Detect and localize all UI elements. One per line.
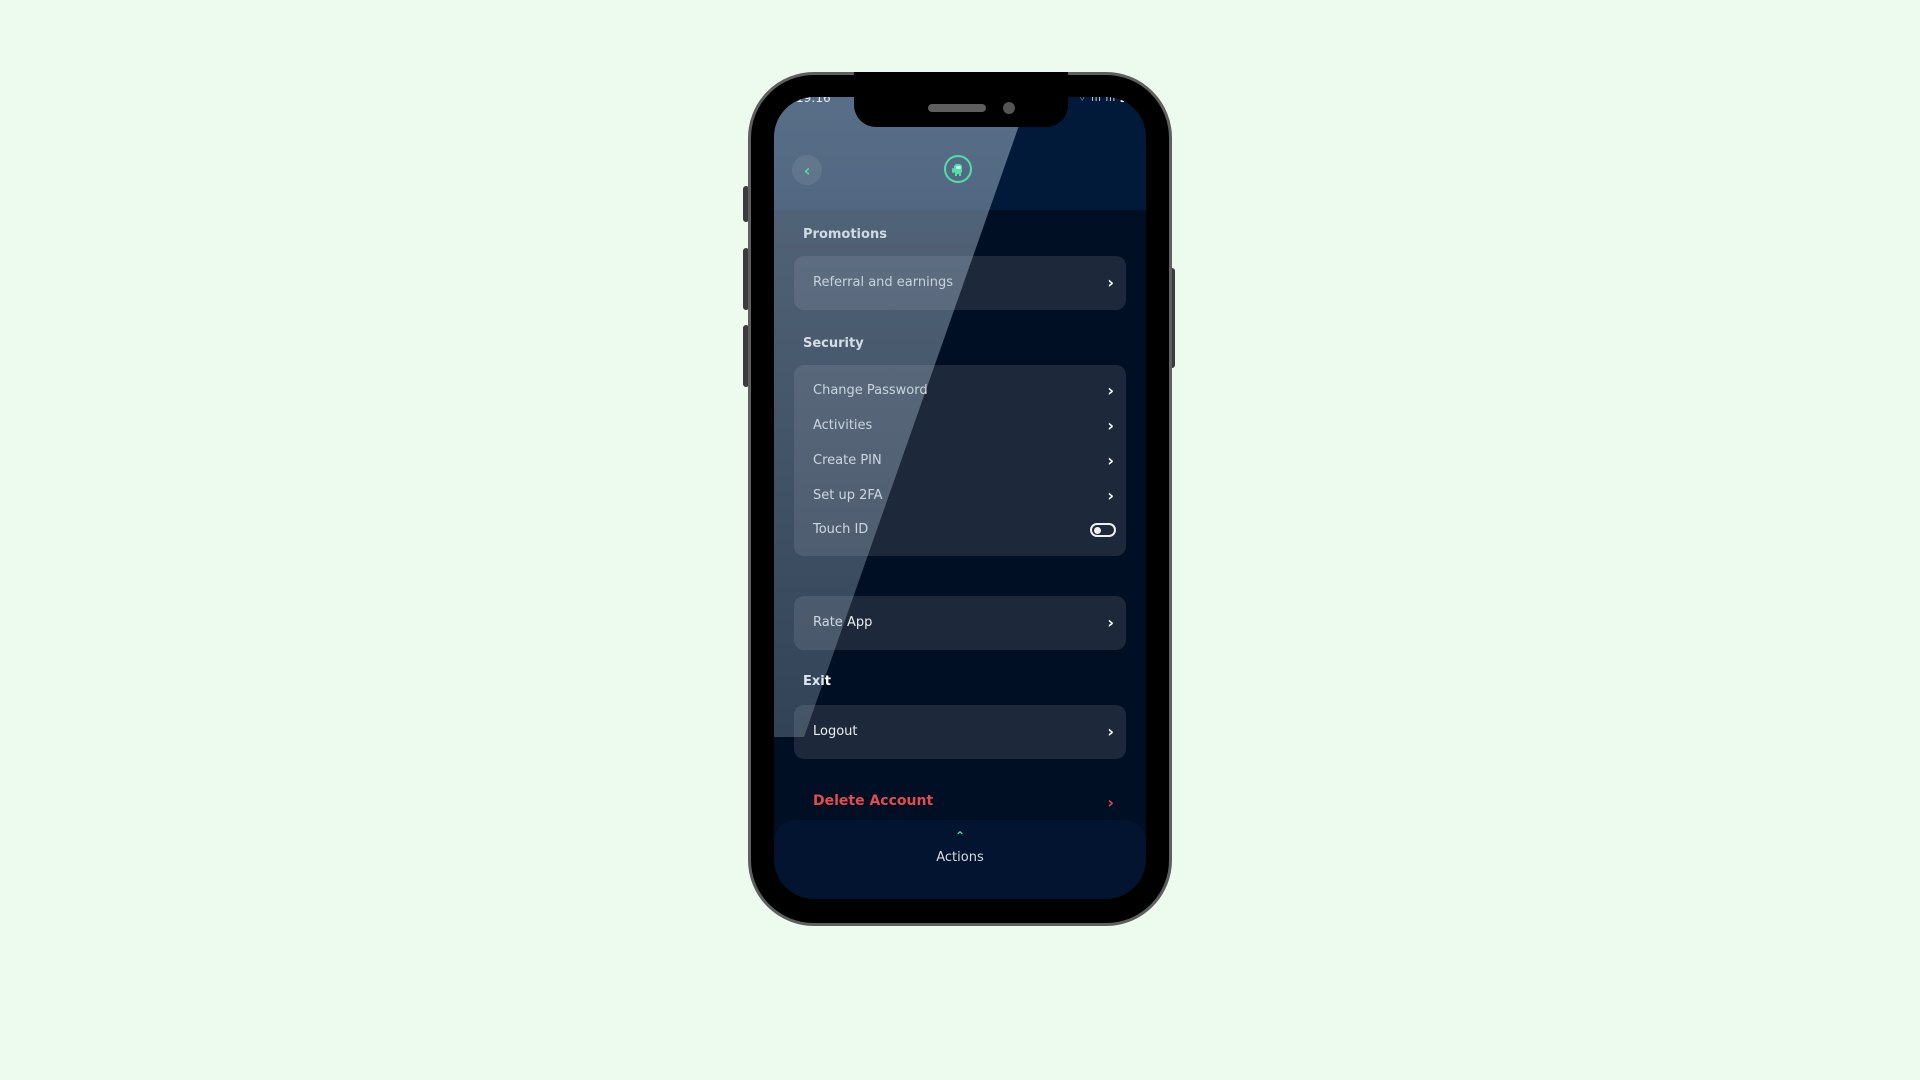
actions-label: Actions — [936, 850, 984, 865]
card-rate: Rate App › — [794, 596, 1126, 650]
row-logout[interactable]: Logout › — [794, 714, 1126, 749]
row-touch-id: Touch ID — [794, 512, 1126, 547]
avatar-character-icon — [952, 164, 962, 176]
row-rate-app[interactable]: Rate App › — [794, 605, 1126, 640]
row-label: Logout — [813, 724, 858, 739]
chevron-up-icon: ⌃ — [954, 829, 966, 843]
phone-notch — [854, 72, 1068, 127]
card-promotions: Referral and earnings › — [794, 256, 1126, 310]
row-referral[interactable]: Referral and earnings › — [794, 265, 1126, 300]
delete-account-button[interactable]: Delete Account › — [794, 793, 1126, 823]
chevron-left-icon: ‹ — [803, 160, 811, 180]
row-label: Activities — [813, 418, 873, 433]
delete-account-label: Delete Account — [813, 793, 934, 809]
row-label: Create PIN — [813, 453, 882, 468]
card-security: Change Password › Activities › Create PI… — [794, 365, 1126, 556]
status-icons: ⌔ ıll ıll ▮ — [1078, 97, 1126, 104]
chevron-right-icon: › — [1107, 793, 1114, 812]
row-setup-2fa[interactable]: Set up 2FA › — [794, 478, 1126, 513]
section-title-promotions: Promotions — [803, 227, 887, 242]
row-label: Change Password — [813, 383, 928, 398]
section-title-exit: Exit — [803, 674, 831, 689]
row-label: Referral and earnings — [813, 275, 953, 290]
back-button[interactable]: ‹ — [792, 155, 822, 185]
chevron-right-icon: › — [1107, 381, 1114, 400]
status-time: 19:16 — [796, 97, 831, 105]
row-create-pin[interactable]: Create PIN › — [794, 443, 1126, 478]
chevron-right-icon: › — [1107, 273, 1114, 292]
row-activities[interactable]: Activities › — [794, 408, 1126, 443]
toggle-knob — [1094, 526, 1101, 534]
avatar[interactable] — [944, 155, 972, 183]
row-change-password[interactable]: Change Password › — [794, 373, 1126, 408]
section-title-security: Security — [803, 336, 864, 351]
phone-screen: 19:16 ⌔ ıll ıll ▮ ‹ Promotions Referral … — [774, 97, 1146, 899]
touch-id-toggle[interactable] — [1090, 522, 1116, 537]
row-label: Touch ID — [813, 522, 869, 537]
chevron-right-icon: › — [1107, 722, 1114, 741]
front-camera — [1003, 102, 1015, 114]
row-label: Rate App — [813, 615, 873, 630]
chevron-right-icon: › — [1107, 486, 1114, 505]
chevron-right-icon: › — [1107, 613, 1114, 632]
row-label: Set up 2FA — [813, 488, 883, 503]
chevron-right-icon: › — [1107, 451, 1114, 470]
speaker-grille — [928, 104, 986, 112]
actions-drawer-handle[interactable]: ⌃ Actions — [774, 820, 1146, 899]
card-exit: Logout › — [794, 705, 1126, 759]
chevron-right-icon: › — [1107, 416, 1114, 435]
